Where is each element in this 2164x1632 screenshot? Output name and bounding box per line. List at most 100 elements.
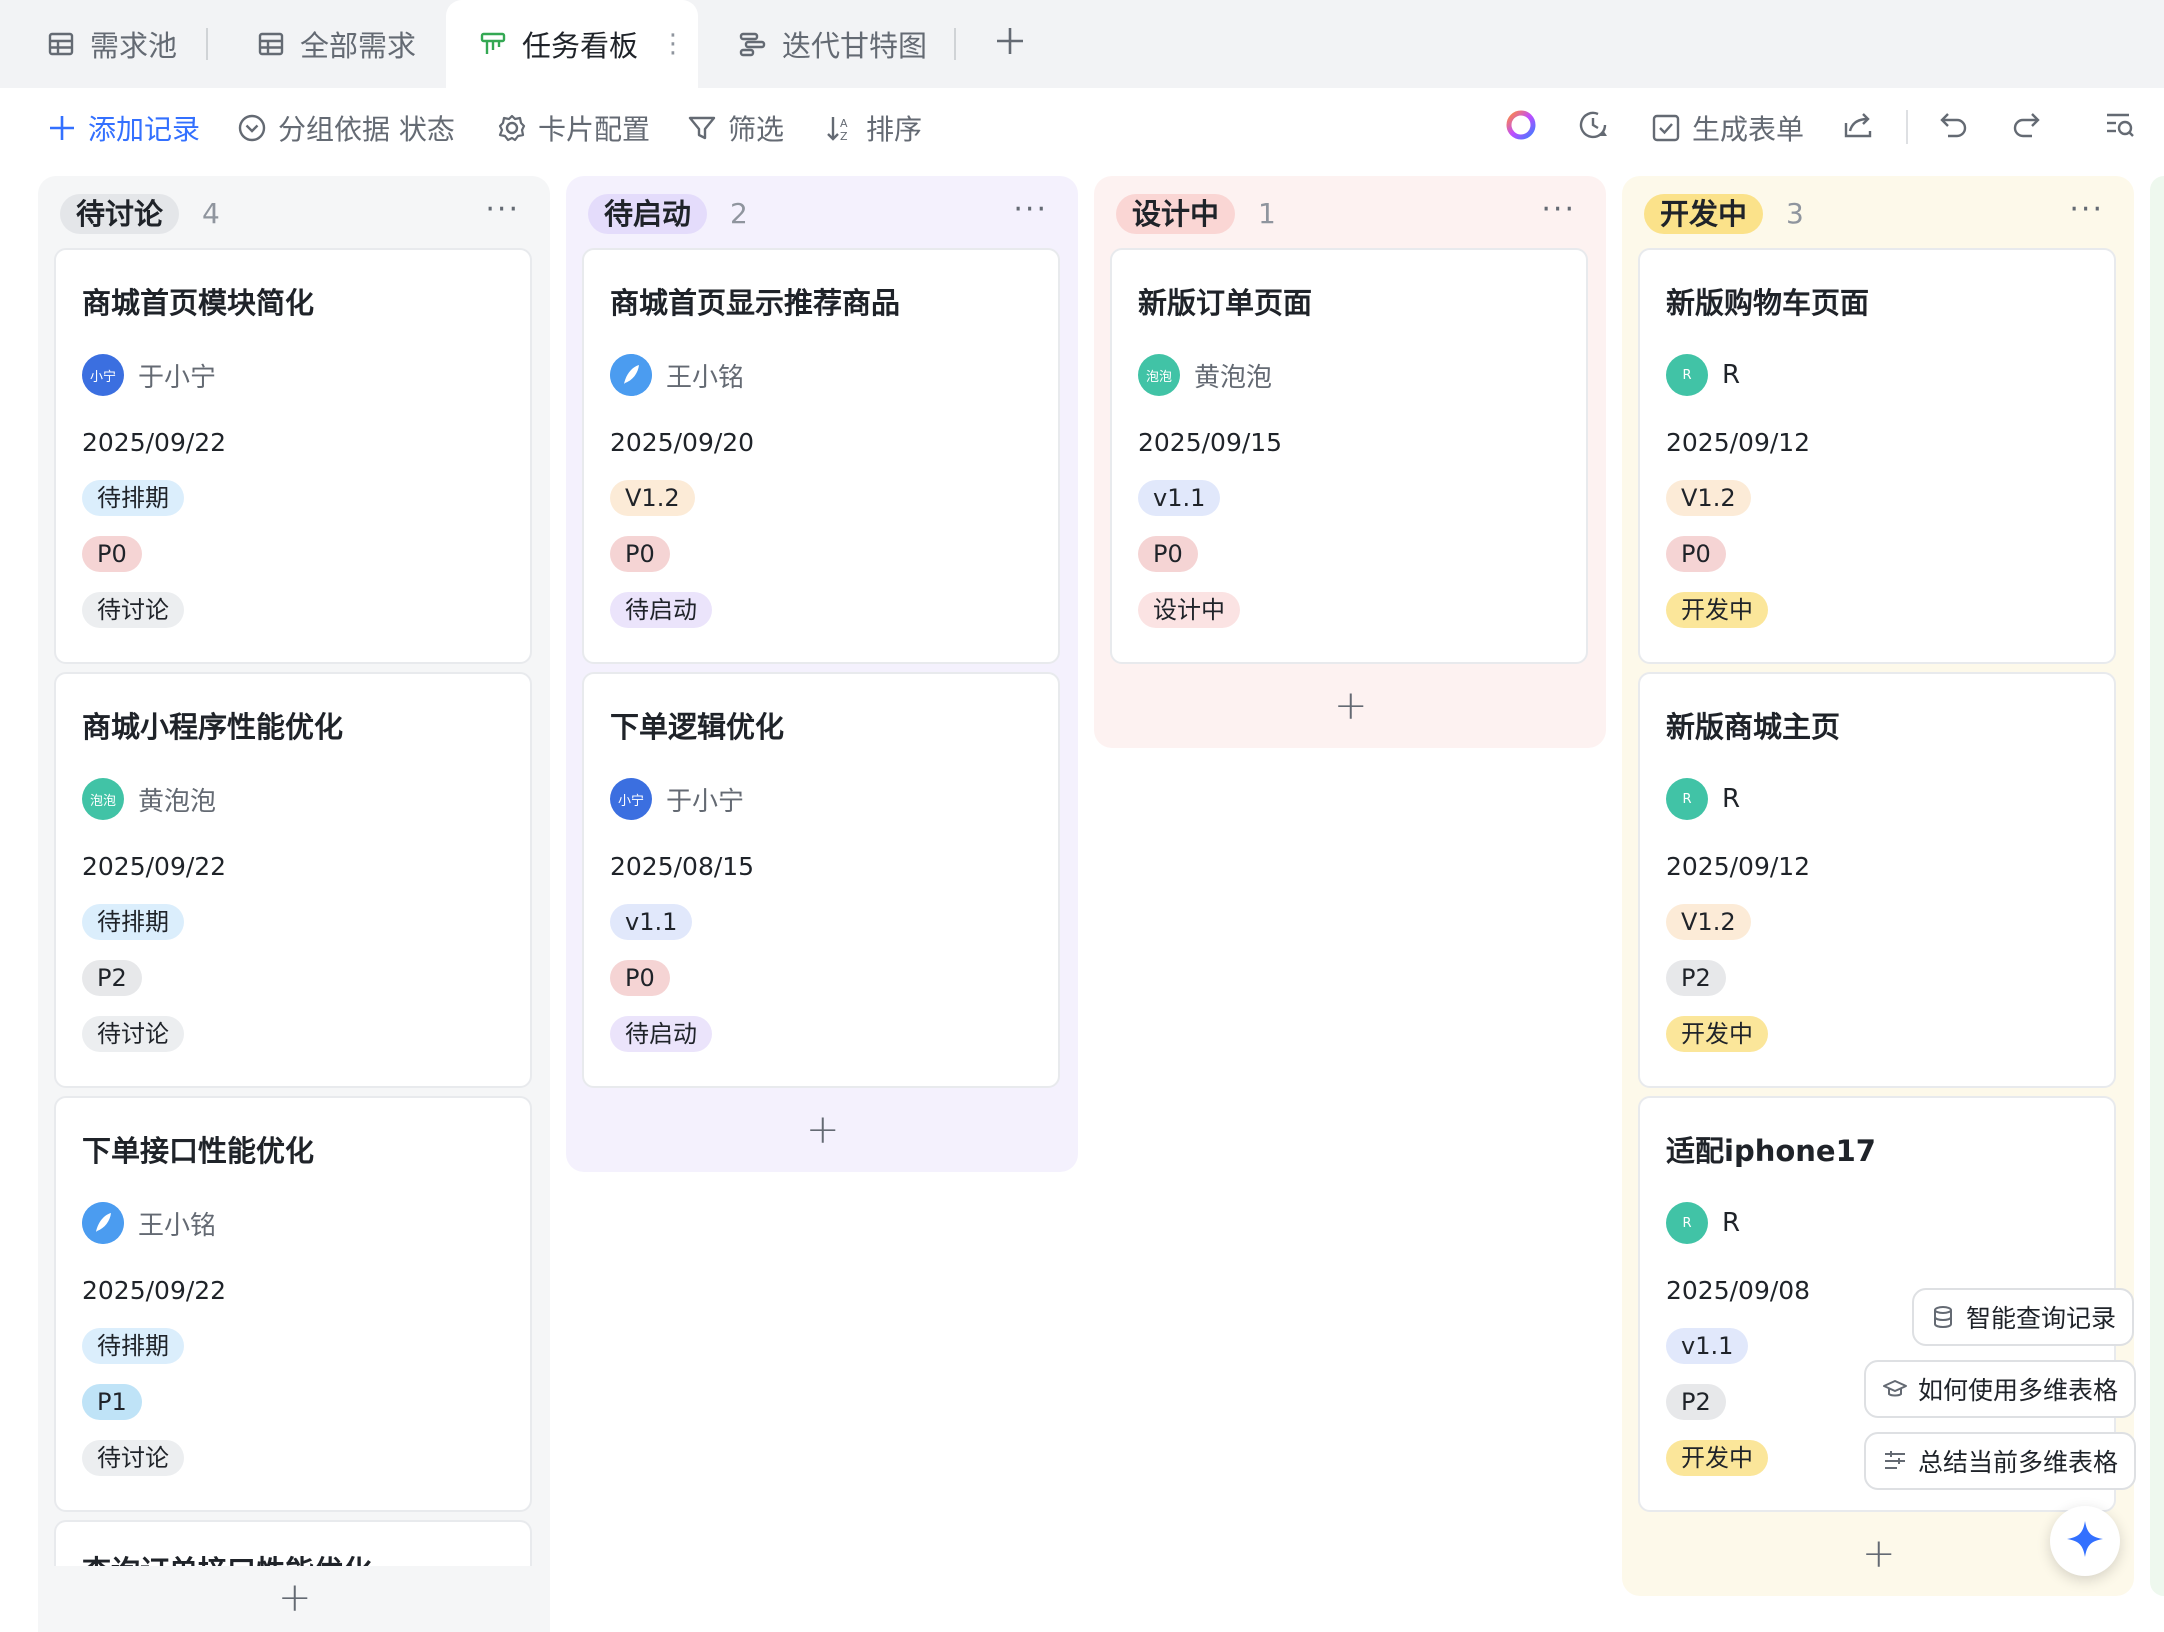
how-to-use-chip[interactable]: 如何使用多维表格 (1864, 1360, 2137, 1418)
add-record-label: 添加记录 (88, 113, 201, 146)
tag-schedule: 待排期 (82, 904, 184, 940)
view-toolbar: 添加记录 分组依据 状态 卡片配置 筛选 AZ 排序 生成表单 (0, 88, 2164, 168)
column-status-pill: 待启动 (588, 194, 708, 234)
card-assignee: R R (1666, 354, 1740, 396)
tab-label: 任务看板 (522, 29, 639, 63)
tab-divider (954, 28, 956, 60)
assignee-name: 黄泡泡 (1194, 362, 1273, 393)
avatar: R (1666, 354, 1708, 396)
tag-version: V1.2 (610, 480, 695, 516)
column-status-pill: 开发中 (1644, 194, 1764, 234)
avatar: 小宁 (82, 354, 124, 396)
filter-icon (686, 112, 718, 144)
history-button[interactable] (1576, 88, 1610, 168)
card-date: 2025/09/22 (82, 852, 227, 881)
card-assignee: R R (1666, 1202, 1740, 1244)
record-card[interactable]: 商城首页模块简化 小宁 于小宁 2025/09/22 待排期 P0 待讨论 (54, 248, 532, 664)
record-card[interactable]: 商城小程序性能优化 泡泡 黄泡泡 2025/09/22 待排期 P2 待讨论 (54, 672, 532, 1088)
chip-label: 智能查询记录 (1966, 1304, 2117, 1333)
share-icon (1842, 109, 1874, 148)
feather-avatar-icon (610, 354, 652, 396)
column-header: 开发中 3 ··· (1622, 176, 2134, 246)
board-column-to-start: 待启动 2 ··· 商城首页显示推荐商品 王小铭 2025/09/20 V1.2… (566, 176, 1078, 1172)
tab-all-requirements[interactable]: 全部需求 (256, 0, 416, 88)
card-config-label: 卡片配置 (538, 113, 651, 146)
filter-button[interactable]: 筛选 (686, 88, 784, 168)
column-more-icon[interactable]: ··· (1541, 192, 1576, 227)
avatar: 小宁 (610, 778, 652, 820)
tag-version: v1.1 (610, 904, 693, 940)
share-button[interactable] (1842, 88, 1874, 168)
redo-button[interactable] (2010, 88, 2042, 168)
ai-assistant-button[interactable] (1504, 88, 1538, 168)
tab-task-board[interactable]: 任务看板 ⋮ (446, 0, 698, 88)
tab-more-icon[interactable]: ⋮ (660, 29, 686, 59)
tab-gantt[interactable]: 迭代甘特图 (738, 0, 927, 88)
card-config-button[interactable]: 卡片配置 (496, 88, 650, 168)
column-more-icon[interactable]: ··· (2069, 192, 2104, 227)
record-card[interactable]: 新版商城主页 R R 2025/09/12 V1.2 P2 开发中 (1638, 672, 2116, 1088)
assignee-name: 王小铭 (138, 1210, 217, 1241)
tab-bar: 需求池 全部需求 任务看板 ⋮ 迭代甘特图 (0, 0, 2164, 88)
add-card-button[interactable]: + (806, 1110, 840, 1150)
sort-button[interactable]: AZ 排序 (824, 88, 922, 168)
tag-schedule: 待排期 (82, 480, 184, 516)
tag-version: V1.2 (1666, 480, 1751, 516)
column-more-icon[interactable]: ··· (485, 192, 520, 227)
add-card-button[interactable]: + (278, 1578, 312, 1618)
tag-version: v1.1 (1666, 1328, 1749, 1364)
add-tab-button[interactable] (994, 0, 1026, 88)
list-search-icon (2104, 109, 2136, 148)
card-assignee: 王小铭 (610, 354, 744, 396)
tab-label: 全部需求 (300, 29, 417, 63)
ai-sparkle-button[interactable] (2050, 1506, 2120, 1576)
group-by-button[interactable]: 分组依据 状态 (236, 88, 455, 168)
record-card[interactable]: 新版购物车页面 R R 2025/09/12 V1.2 P0 开发中 (1638, 248, 2116, 664)
gantt-icon (738, 29, 768, 59)
summarize-table-chip[interactable]: 总结当前多维表格 (1864, 1432, 2137, 1490)
record-card-partial[interactable]: 查询订单接口性能优化 (54, 1520, 532, 1566)
tag-status: 开发中 (1666, 1440, 1768, 1476)
card-assignee: 泡泡 黄泡泡 (82, 778, 216, 820)
undo-button[interactable] (1938, 88, 1970, 168)
column-header: 待启动 2 ··· (566, 176, 1078, 246)
column-count: 2 (730, 197, 748, 230)
search-records-button[interactable] (2104, 88, 2136, 168)
undo-icon (1938, 109, 1970, 148)
svg-text:Z: Z (840, 130, 848, 143)
tag-status: 开发中 (1666, 592, 1768, 628)
smart-query-records-chip[interactable]: 智能查询记录 (1912, 1288, 2135, 1346)
tag-priority: P2 (1666, 1384, 1726, 1420)
tag-priority: P0 (1666, 536, 1726, 572)
board-column-designing: 设计中 1 ··· 新版订单页面 泡泡 黄泡泡 2025/09/15 v1.1 … (1094, 176, 1606, 748)
add-card-button[interactable]: + (1862, 1534, 1896, 1574)
assignee-name: 于小宁 (666, 786, 745, 817)
record-card[interactable]: 下单接口性能优化 王小铭 2025/09/22 待排期 P1 待讨论 (54, 1096, 532, 1512)
kanban-icon (478, 29, 508, 59)
add-record-button[interactable]: 添加记录 (46, 88, 200, 168)
tag-priority: P0 (82, 536, 142, 572)
avatar: 泡泡 (82, 778, 124, 820)
tag-priority: P0 (610, 960, 670, 996)
record-card[interactable]: 新版订单页面 泡泡 黄泡泡 2025/09/15 v1.1 P0 设计中 (1110, 248, 1588, 664)
column-count: 3 (1786, 197, 1804, 230)
column-more-icon[interactable]: ··· (1013, 192, 1048, 227)
svg-text:A: A (840, 117, 848, 130)
grid-table-icon (256, 29, 286, 59)
card-title: 下单接口性能优化 (82, 1134, 315, 1168)
tag-schedule: 待排期 (82, 1328, 184, 1364)
record-card[interactable]: 下单逻辑优化 小宁 于小宁 2025/08/15 v1.1 P0 待启动 (582, 672, 1060, 1088)
generate-form-label: 生成表单 (1692, 113, 1805, 146)
graduation-cap-icon (1882, 1376, 1908, 1402)
card-date: 2025/09/20 (610, 428, 755, 457)
tag-status: 待讨论 (82, 1440, 184, 1476)
redo-icon (2010, 109, 2042, 148)
column-count: 4 (202, 197, 220, 230)
card-title: 商城首页模块简化 (82, 286, 315, 320)
card-date: 2025/09/15 (1138, 428, 1283, 457)
card-date: 2025/09/22 (82, 428, 227, 457)
add-card-button[interactable]: + (1334, 686, 1368, 726)
tab-requirement-pool[interactable]: 需求池 (46, 0, 177, 88)
record-card[interactable]: 商城首页显示推荐商品 王小铭 2025/09/20 V1.2 P0 待启动 (582, 248, 1060, 664)
generate-form-button[interactable]: 生成表单 (1650, 88, 1804, 168)
